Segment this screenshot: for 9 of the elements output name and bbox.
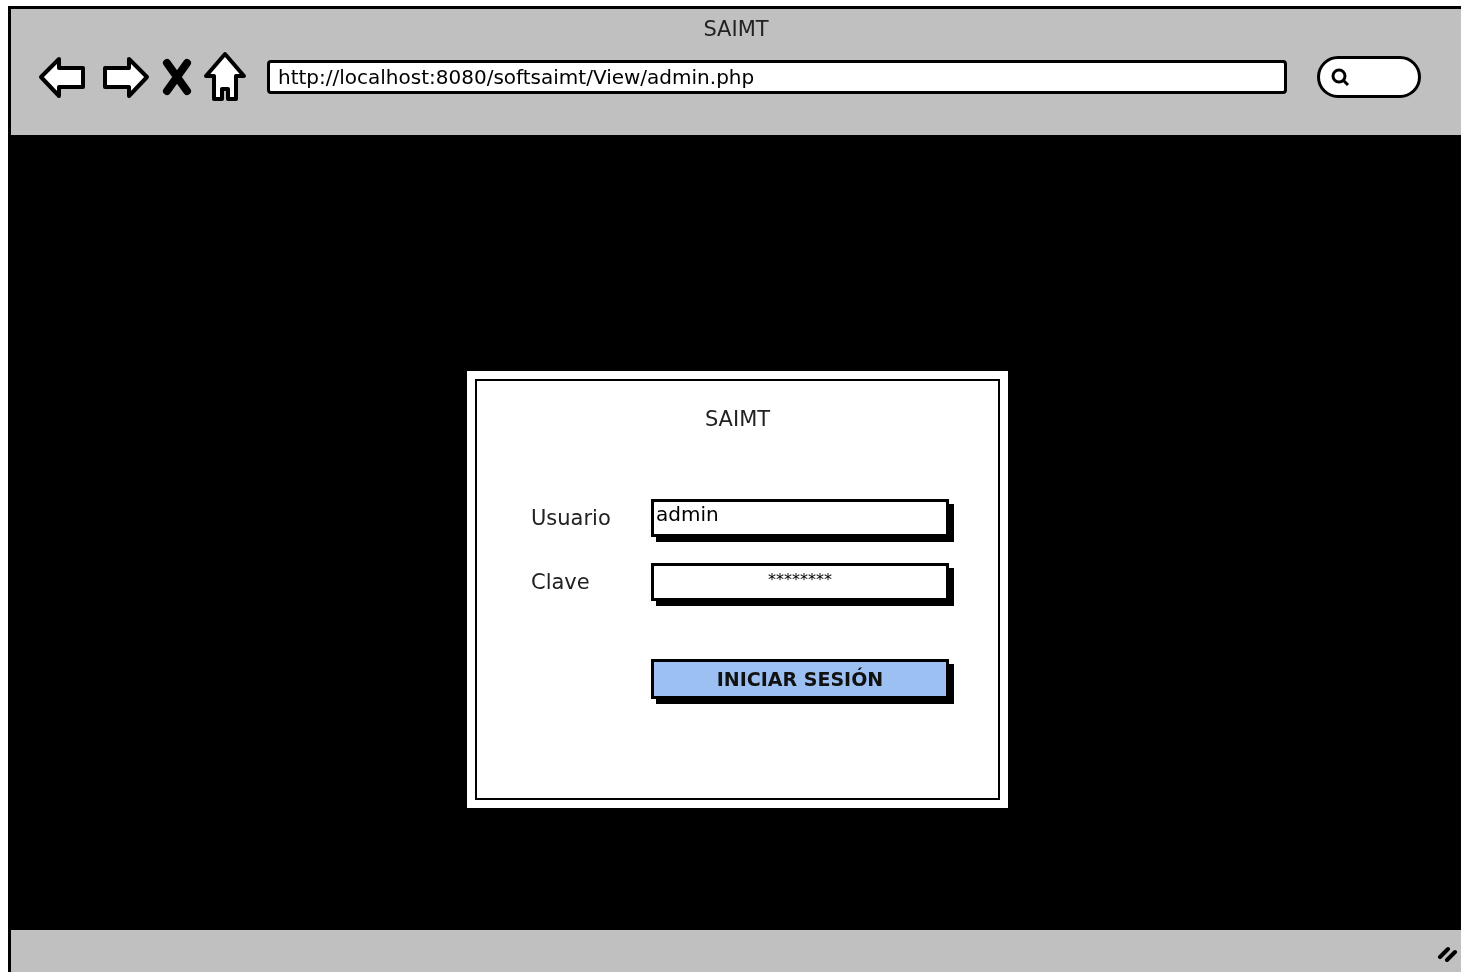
panel-title: SAIMT [703, 407, 772, 431]
close-icon[interactable] [161, 57, 193, 97]
address-bar[interactable]: http://localhost:8080/softsaimt/View/admin.php [267, 60, 1287, 94]
search-icon [1330, 67, 1350, 87]
window-title: SAIMT [702, 17, 770, 41]
field-label: Usuario [531, 506, 612, 530]
field-label: Clave [531, 570, 591, 594]
home-icon[interactable] [203, 51, 247, 103]
search-field[interactable] [1317, 56, 1421, 98]
